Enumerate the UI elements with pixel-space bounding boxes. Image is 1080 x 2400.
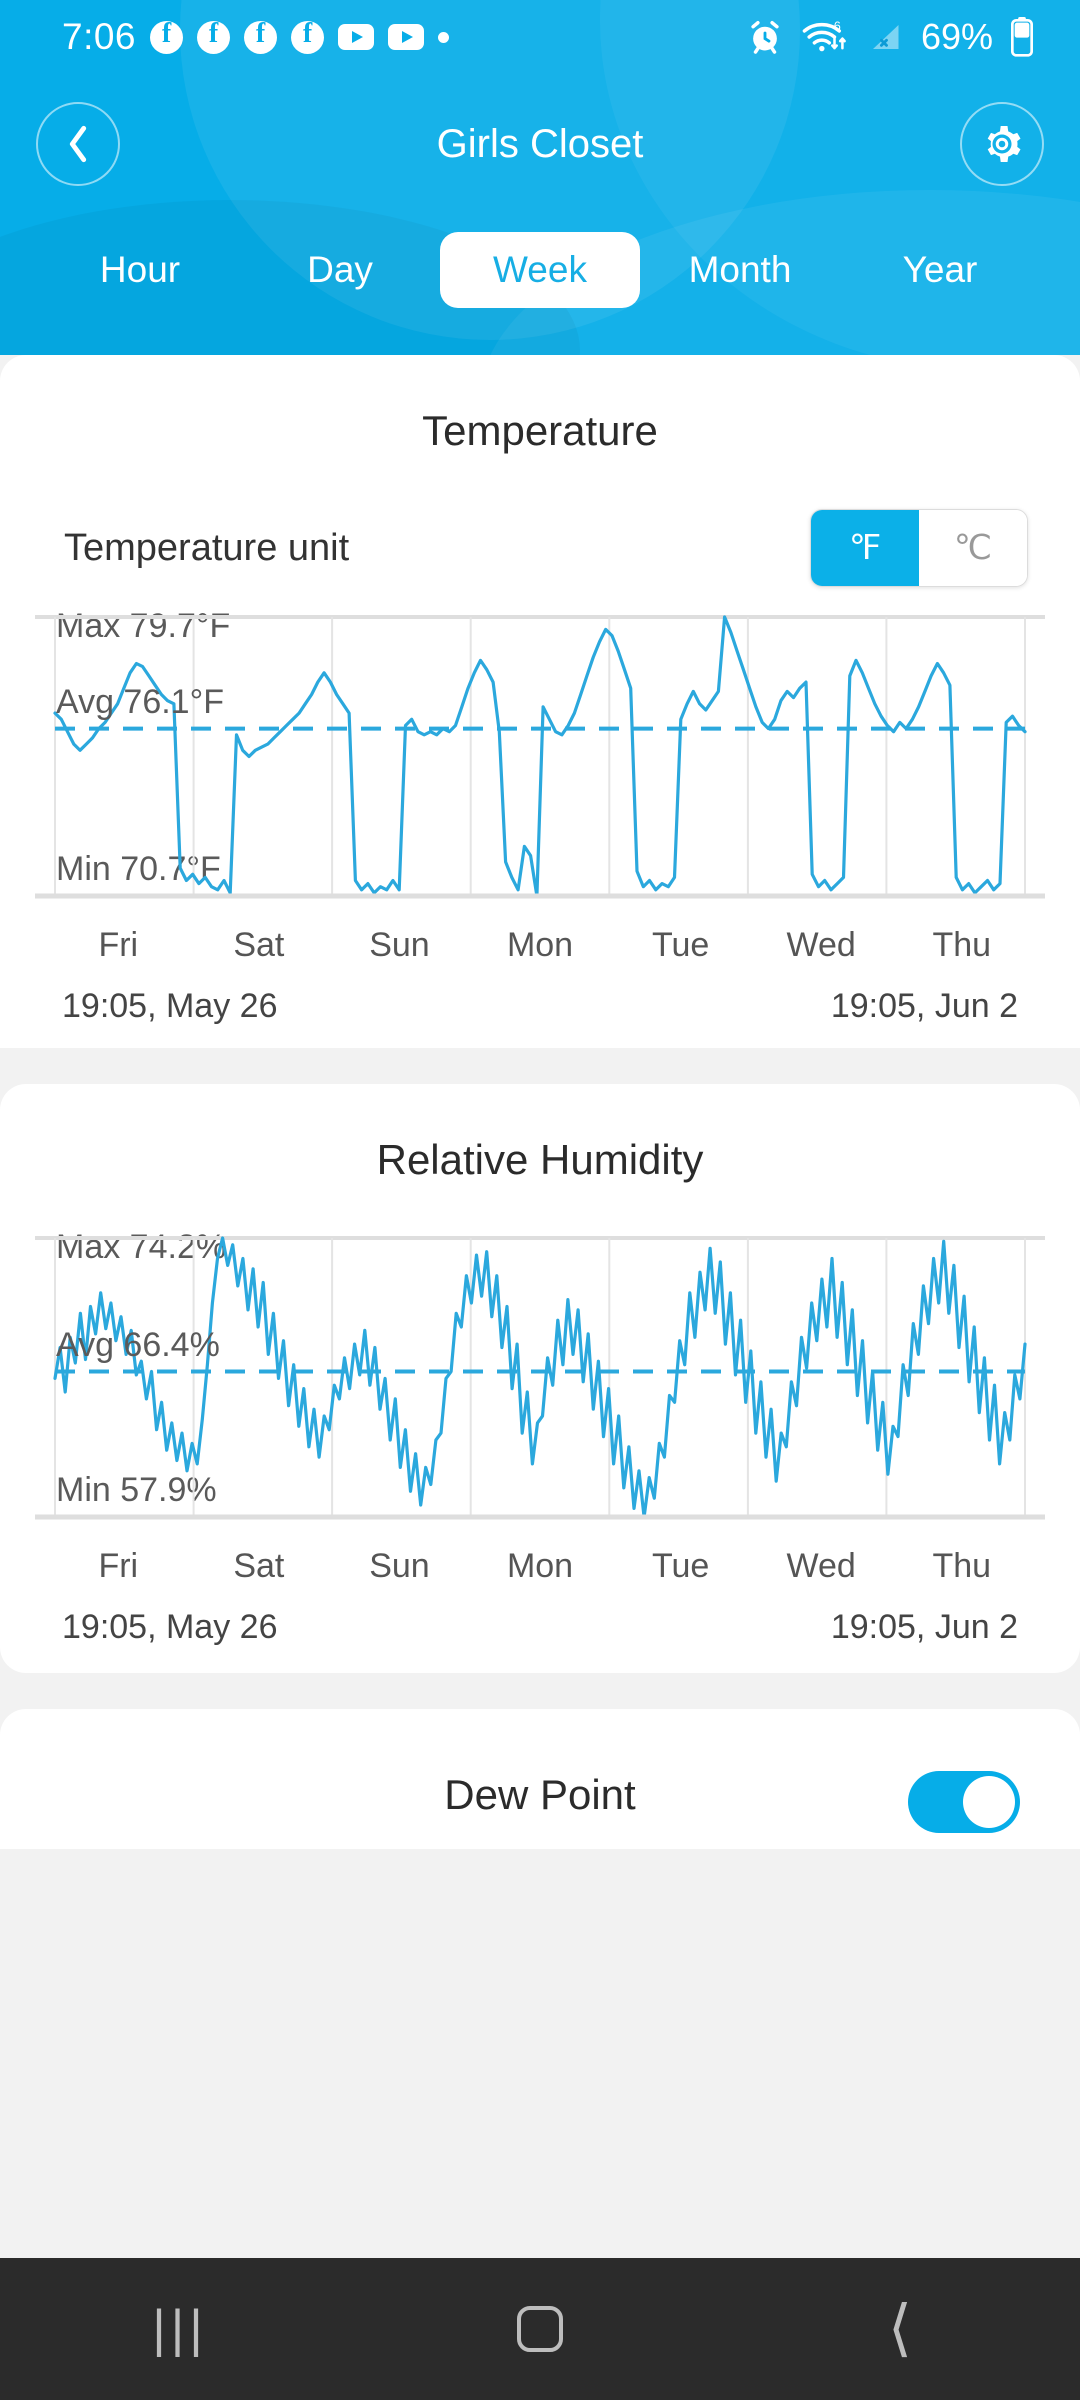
temperature-axis-days: Fri Sat Sun Mon Tue Wed Thu: [48, 926, 1032, 965]
nav-back-button[interactable]: ⟨: [720, 2298, 1080, 2360]
scroll-content[interactable]: Temperature Temperature unit ℉ ℃ Max 79.…: [0, 355, 1080, 2400]
tab-year[interactable]: Year: [840, 232, 1040, 308]
status-bar: 7:06 f f f f 6 69%: [0, 0, 1080, 74]
card-divider-gap: [0, 1048, 1080, 1084]
android-navigation-bar: ||| ⟨: [0, 2258, 1080, 2400]
recents-icon: |||: [152, 2300, 208, 2358]
axis-day-label: Tue: [651, 926, 710, 964]
humidity-axis-range: 19:05, May 26 19:05, Jun 2: [62, 1608, 1018, 1647]
tab-hour[interactable]: Hour: [40, 232, 240, 308]
temperature-axis-range: 19:05, May 26 19:05, Jun 2: [62, 987, 1018, 1026]
facebook-icon: [291, 18, 325, 54]
humidity-chart-block: Max 74.2% Avg 66.4% Min 57.9% Fri Sat Su…: [0, 1228, 1080, 1647]
facebook-icon: [197, 18, 231, 54]
more-notifications-dot-icon: [438, 31, 450, 43]
nav-recents-button[interactable]: |||: [0, 2299, 360, 2359]
temperature-stat-avg: Avg 76.1°F: [56, 682, 224, 721]
temperature-card: Temperature Temperature unit ℉ ℃ Max 79.…: [0, 355, 1080, 1048]
card-divider-gap: [0, 1673, 1080, 1709]
axis-day-label: Sun: [369, 1547, 430, 1585]
nav-home-button[interactable]: [360, 2306, 720, 2352]
time-range-tabs: Hour Day Week Month Year: [0, 214, 1080, 326]
facebook-icon: [244, 18, 278, 54]
cellular-no-signal-icon: [866, 19, 904, 55]
range-start-label: 19:05, May 26: [62, 987, 278, 1025]
humidity-plot[interactable]: [0, 1234, 1080, 1539]
temperature-unit-toggle[interactable]: ℉ ℃: [810, 509, 1028, 587]
unit-option-celsius[interactable]: ℃: [919, 510, 1027, 586]
status-bar-right: 6 69%: [746, 16, 1034, 58]
humidity-axis-days: Fri Sat Sun Mon Tue Wed Thu: [48, 1547, 1032, 1586]
temperature-card-title: Temperature: [422, 407, 658, 454]
status-clock: 7:06: [62, 16, 137, 57]
temperature-unit-label: Temperature unit: [64, 526, 350, 569]
title-bar: Girls Closet: [0, 74, 1080, 214]
axis-day-label: Tue: [651, 1547, 710, 1585]
battery-icon: [1010, 17, 1034, 57]
temperature-plot[interactable]: [0, 613, 1080, 918]
unit-option-fahrenheit[interactable]: ℉: [811, 510, 919, 586]
dew-point-toggle[interactable]: [908, 1771, 1020, 1833]
axis-day-label: Thu: [932, 926, 992, 964]
axis-day-label: Mon: [506, 926, 574, 964]
home-square-icon: [517, 2306, 563, 2352]
tab-day[interactable]: Day: [240, 232, 440, 308]
range-end-label: 19:05, Jun 2: [830, 1608, 1018, 1646]
app-header-region: 7:06 f f f f 6 69% Girls Closet Hour Day…: [0, 0, 1080, 358]
chevron-left-icon: ⟨: [887, 2294, 913, 2363]
youtube-icon: [338, 24, 375, 50]
axis-day-label: Wed: [786, 1547, 856, 1585]
dew-point-card: Dew Point: [0, 1709, 1080, 1849]
tab-week[interactable]: Week: [440, 232, 640, 308]
facebook-icon: [150, 18, 184, 54]
page-title: Girls Closet: [436, 121, 644, 166]
alarm-icon: [746, 18, 784, 56]
wifi6-icon: 6: [801, 18, 849, 56]
axis-day-label: Thu: [932, 1547, 992, 1585]
humidity-stat-avg: Avg 66.4%: [56, 1325, 220, 1364]
axis-day-label: Sun: [369, 926, 430, 964]
status-bar-left: 7:06: [62, 16, 450, 58]
battery-percent-label: 69%: [920, 16, 993, 57]
humidity-card: Relative Humidity Max 74.2% Avg 66.4% Mi…: [0, 1084, 1080, 1673]
temperature-chart-block: Max 79.7°F Avg 76.1°F Min 70.7°F Fri Sat…: [0, 607, 1080, 1026]
temperature-unit-row: Temperature unit ℉ ℃: [64, 509, 1028, 587]
axis-day-label: Wed: [786, 926, 856, 964]
svg-text:6: 6: [834, 20, 841, 34]
tab-month[interactable]: Month: [640, 232, 840, 308]
axis-day-label: Fri: [98, 926, 139, 964]
axis-day-label: Sat: [233, 1547, 285, 1585]
axis-day-label: Mon: [506, 1547, 574, 1585]
youtube-icon: [388, 24, 425, 50]
axis-day-label: Fri: [98, 1547, 139, 1585]
humidity-card-title: Relative Humidity: [376, 1136, 704, 1183]
axis-day-label: Sat: [233, 926, 285, 964]
range-end-label: 19:05, Jun 2: [830, 987, 1018, 1025]
range-start-label: 19:05, May 26: [62, 1608, 278, 1646]
toggle-knob: [963, 1776, 1015, 1828]
